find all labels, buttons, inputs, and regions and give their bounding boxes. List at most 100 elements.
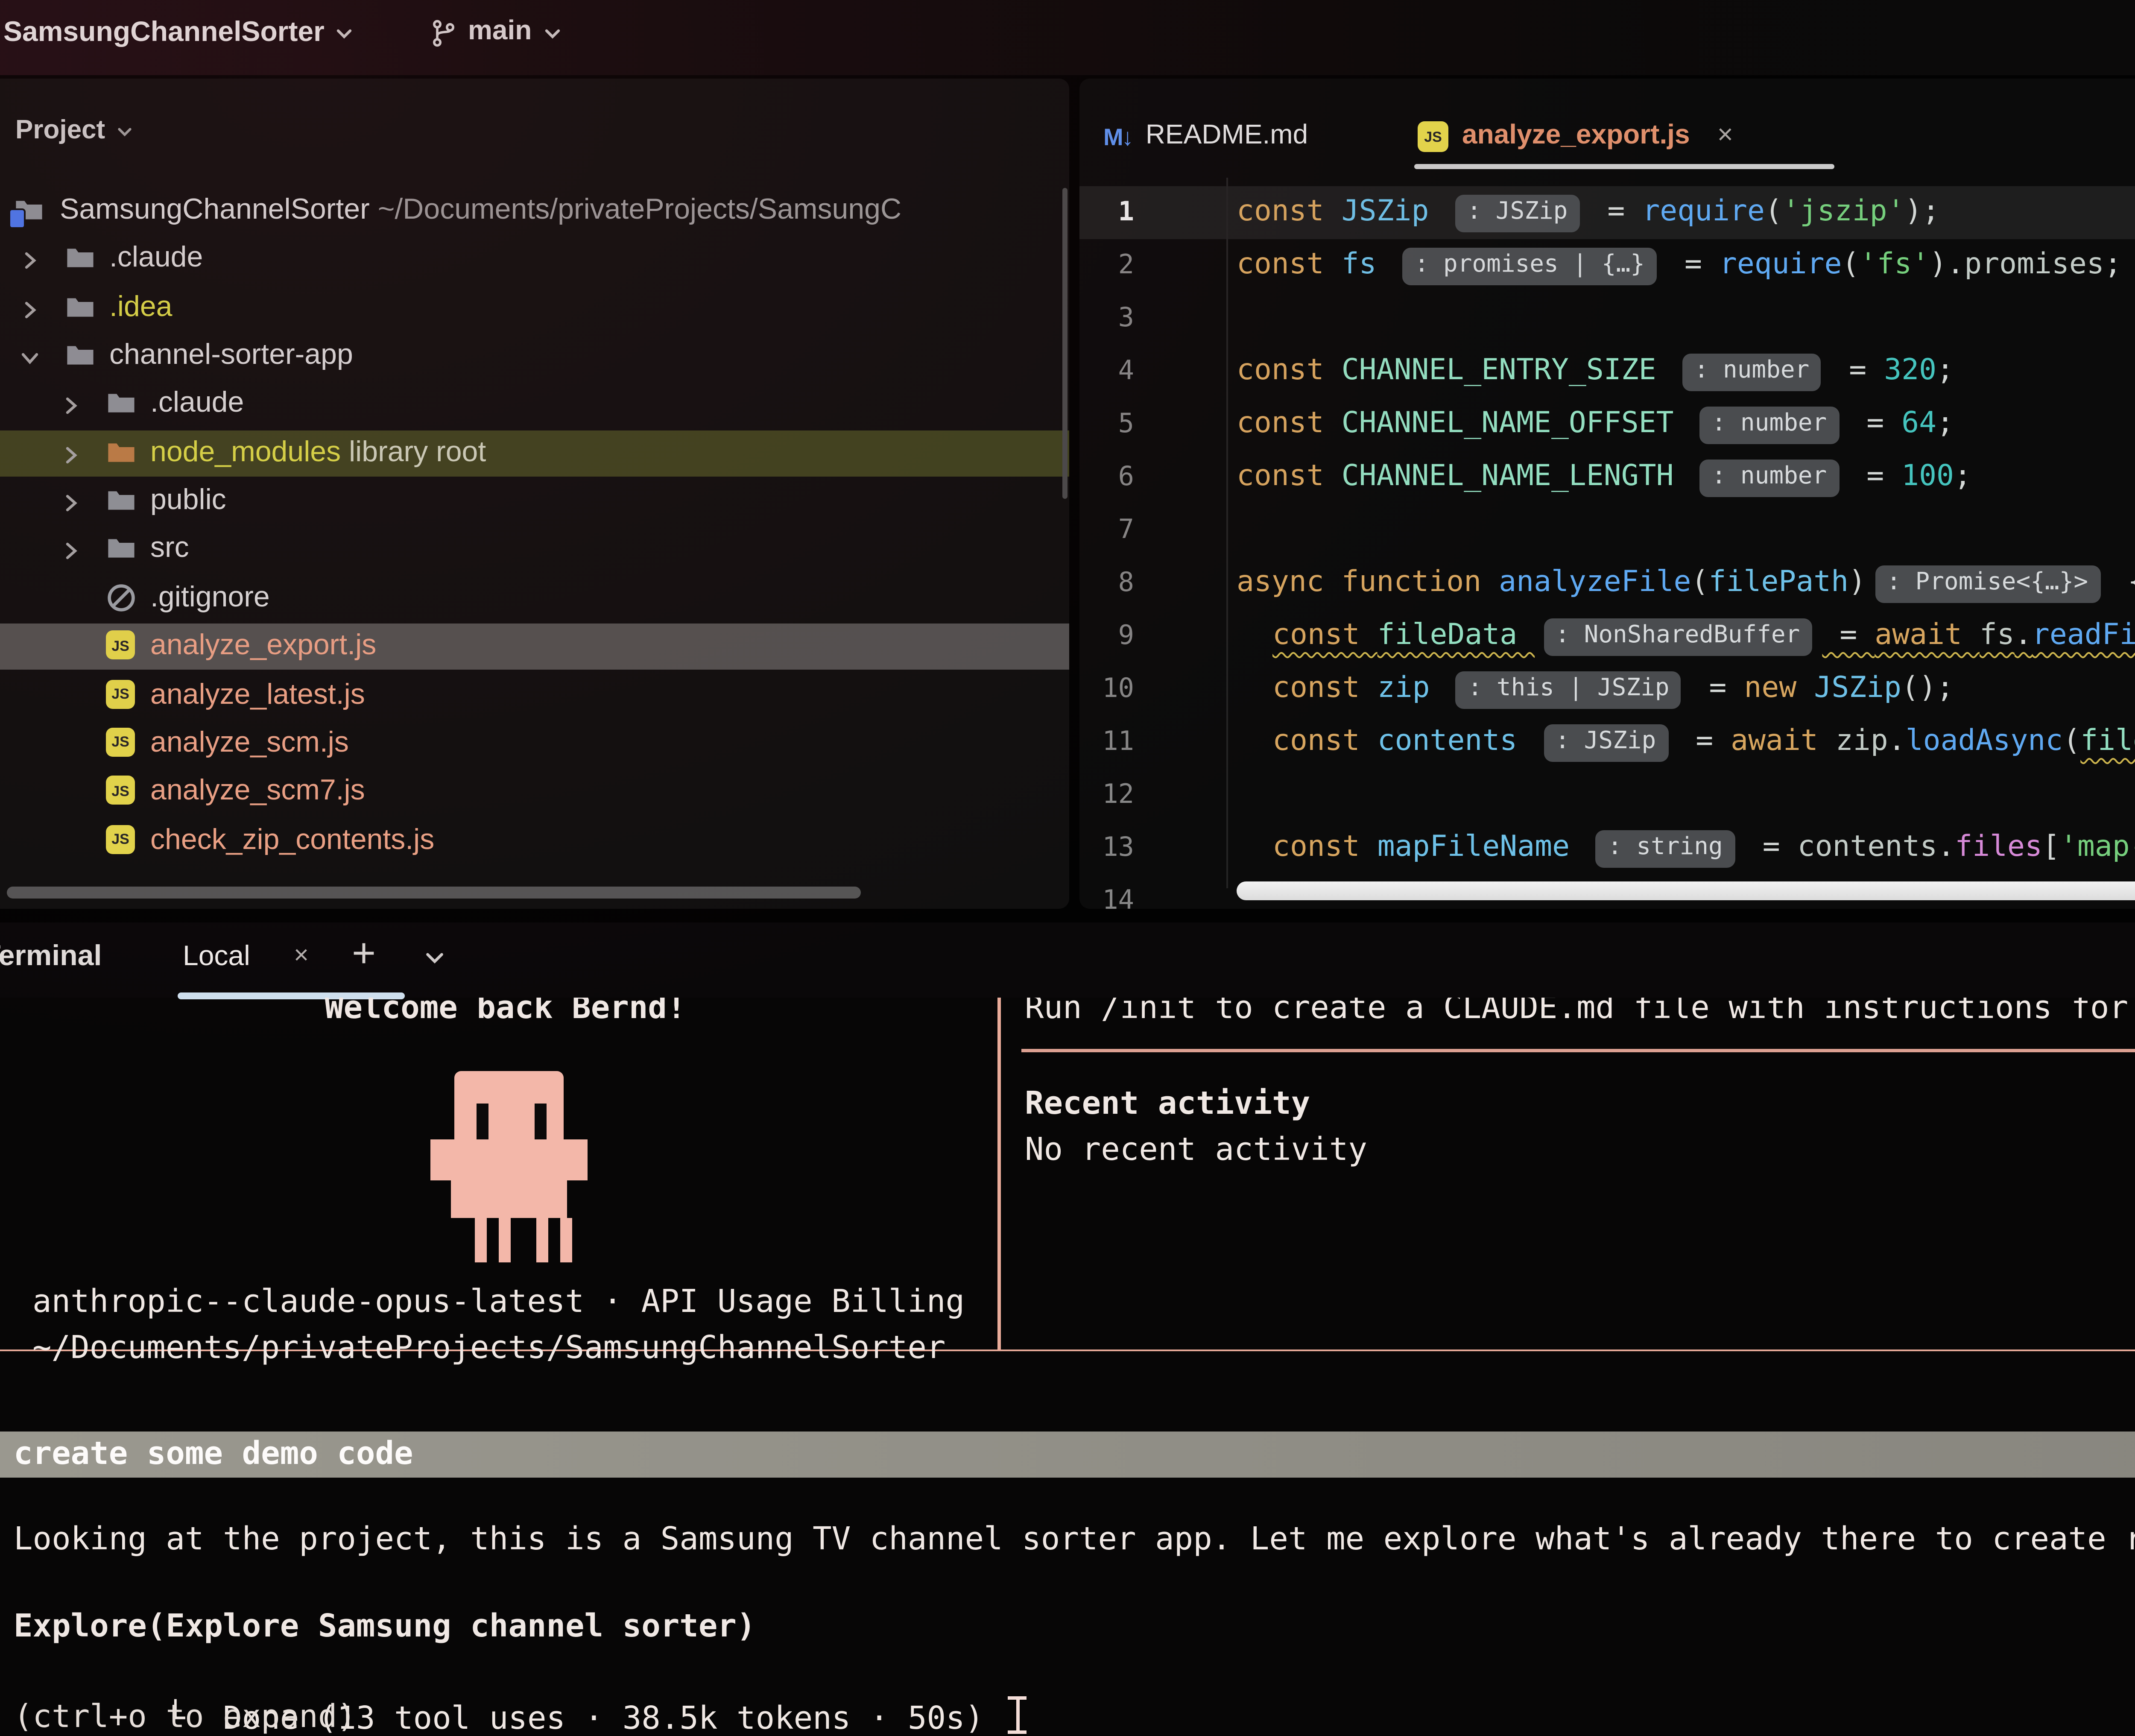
line-number: 11 [1079, 716, 1134, 769]
line-number: 1 [1079, 186, 1134, 239]
line-number: 3 [1079, 292, 1134, 345]
text-cursor [1008, 1696, 1027, 1734]
tree-item--claude[interactable]: .claude [0, 236, 1069, 282]
tree-item-src[interactable]: src [0, 527, 1069, 573]
git-branch-icon [430, 18, 456, 47]
code-line-1[interactable]: 1 const JSZip : JSZip = require('jszip'); [1079, 186, 2135, 239]
tree-item-analyze-scm7-js[interactable]: JS analyze_scm7.js [0, 769, 1069, 815]
chevron-down-icon[interactable] [424, 946, 446, 969]
tree-item-label: .claude [150, 387, 244, 421]
project-selector[interactable]: SamsungChannelSorter [3, 17, 354, 50]
ignored-file-icon [106, 582, 137, 613]
project-vertical-scrollbar[interactable] [1062, 188, 1068, 499]
tree-item-label: .idea [109, 290, 173, 324]
code-text: const zip : this | JSZip = new JSZip(); [1272, 663, 1954, 716]
tree-item--gitignore[interactable]: .gitignore [0, 575, 1069, 621]
code-line-9[interactable]: 9const fileData : NonSharedBuffer = awai… [1079, 610, 2135, 663]
chevron-right-icon[interactable] [61, 490, 80, 509]
tree-item-label: analyze_scm7.js [150, 774, 365, 808]
tree-item-label: public [150, 483, 226, 518]
chevron-right-icon[interactable] [20, 248, 39, 267]
folder-icon [65, 340, 96, 371]
folder-icon [106, 485, 137, 516]
js-icon: JS [106, 727, 137, 758]
tree-item-analyze-latest-js[interactable]: JSanalyze_latest.js [0, 672, 1069, 718]
tree-item-suffix: ~/Documents/privateProjects/SamsungC [378, 193, 901, 225]
tree-item-check-zip-contents-js[interactable]: JScheck_zip_contents.js [0, 817, 1069, 864]
tree-item-label: node_modules library root [150, 435, 486, 469]
code-text: const CHANNEL_NAME_OFFSET : number = 64; [1237, 398, 1954, 451]
chevron-down-icon [335, 24, 354, 43]
code-text: async function analyzeFile(filePath): Pr… [1237, 557, 2135, 612]
folder-icon [14, 195, 44, 225]
code-line-10[interactable]: 10const zip : this | JSZip = new JSZip()… [1079, 663, 2135, 716]
tree-item-channel-sorter-app[interactable]: channel-sorter-app [0, 333, 1069, 379]
line-number: 5 [1079, 398, 1134, 451]
terminal-tab-local[interactable]: Local [183, 941, 250, 974]
tree-item--idea[interactable]: .idea [0, 285, 1069, 331]
claude-model-line: anthropic--claude-opus-latest · API Usag… [32, 1285, 965, 1320]
tree-item-analyze-export-js[interactable]: JSanalyze_export.js [0, 624, 1069, 670]
new-terminal-button[interactable]: + [352, 931, 376, 979]
code-line-5[interactable]: 5 const CHANNEL_NAME_OFFSET : number = 64… [1079, 398, 2135, 451]
chevron-right-icon[interactable] [61, 539, 80, 558]
folder-icon [106, 534, 137, 565]
main-toolbar: SamsungChannelSorter main Current f [0, 0, 2135, 75]
code-text: const fs : promises | {…} = require('fs'… [1237, 239, 2122, 292]
code-area[interactable]: 1 const JSZip : JSZip = require('jszip');… [1079, 79, 2135, 909]
tree-item-public[interactable]: public [0, 478, 1069, 524]
code-line-6[interactable]: 6const CHANNEL_NAME_LENGTH : number = 10… [1079, 451, 2135, 504]
folder-icon [65, 243, 96, 274]
tree-item-label: SamsungChannelSorter ~/Documents/private… [60, 193, 901, 227]
chevron-right-icon[interactable] [20, 297, 39, 316]
user-prompt-bar: create some demo code [0, 1432, 2135, 1478]
folder-icon [106, 437, 137, 468]
code-text: const contents : JSZip = await zip.loadA… [1272, 716, 2135, 769]
chevron-right-icon[interactable] [61, 442, 80, 461]
close-icon[interactable]: × [294, 941, 309, 970]
recent-activity-empty: No recent activity [1025, 1133, 1367, 1168]
code-line-2[interactable]: 2const fs : promises | {…} = require('fs… [1079, 239, 2135, 292]
welcome-message: Welcome back Bernd! [325, 998, 686, 1027]
line-number: 4 [1079, 345, 1134, 398]
tree-item-label: check_zip_contents.js [150, 823, 434, 857]
line-number: 9 [1079, 610, 1134, 663]
tree-item-label: .claude [109, 241, 203, 275]
code-line-4[interactable]: 4const CHANNEL_ENTRY_SIZE : number = 320… [1079, 345, 2135, 398]
tool-call-line: Explore(Explore Samsung channel sorter) [14, 1609, 756, 1645]
code-line-8[interactable]: 8 async function analyzeFile(filePath): P… [1079, 557, 2135, 610]
code-line-3[interactable]: 3 [1079, 292, 2135, 345]
code-line-13[interactable]: 13const mapFileName : string = contents.… [1079, 822, 2135, 875]
chevron-down-icon [544, 23, 562, 42]
project-selector-label: SamsungChannelSorter [3, 17, 325, 50]
tree-item--claude[interactable]: .claude [0, 382, 1069, 428]
git-branch-widget[interactable]: main [430, 17, 562, 48]
line-number: 13 [1079, 822, 1134, 875]
code-line-11[interactable]: 11 const contents : JSZip = await zip.loa… [1079, 716, 2135, 769]
assistant-response: Looking at the project, this is a Samsun… [14, 1522, 2135, 1558]
js-icon: JS [106, 776, 137, 807]
tree-item-label: src [150, 532, 189, 566]
chevron-right-icon[interactable] [61, 394, 80, 413]
editor-horizontal-scrollbar[interactable] [1237, 881, 2135, 900]
tree-item-label: analyze_scm.js [150, 726, 349, 760]
js-icon: JS [106, 631, 137, 662]
git-branch-label: main [468, 17, 532, 48]
user-prompt-text: create some demo code [14, 1432, 413, 1478]
ide-window: SamsungChannelSorter main Current f Proj… [0, 0, 2135, 1736]
project-horizontal-scrollbar[interactable] [7, 887, 861, 899]
code-line-12[interactable]: 12 [1079, 769, 2135, 822]
tree-item-label: .gitignore [150, 580, 270, 615]
tree-item-label: analyze_latest.js [150, 677, 365, 711]
chevron-down-icon[interactable] [20, 345, 39, 364]
line-number: 8 [1079, 557, 1134, 610]
tree-item-node-modules[interactable]: node_modules library root [0, 430, 1069, 476]
code-line-7[interactable]: 7 [1079, 504, 2135, 557]
folder-icon [106, 389, 137, 419]
code-text: const JSZip : JSZip = require('jszip'); [1237, 186, 1940, 239]
terminal-output[interactable]: Welcome back Bernd! Run /init to create … [0, 998, 2135, 1736]
tree-item-analyze-scm-js[interactable]: JS analyze_scm.js [0, 720, 1069, 767]
terminal-tool-window: Terminal Local × + Welcome back Bernd! [0, 922, 2135, 1736]
editor: M↓ README.md JS analyze_export.js × 1con… [1079, 79, 2135, 909]
tree-item-samsungchannelsorter[interactable]: SamsungChannelSorter ~/Documents/private… [0, 188, 1069, 234]
